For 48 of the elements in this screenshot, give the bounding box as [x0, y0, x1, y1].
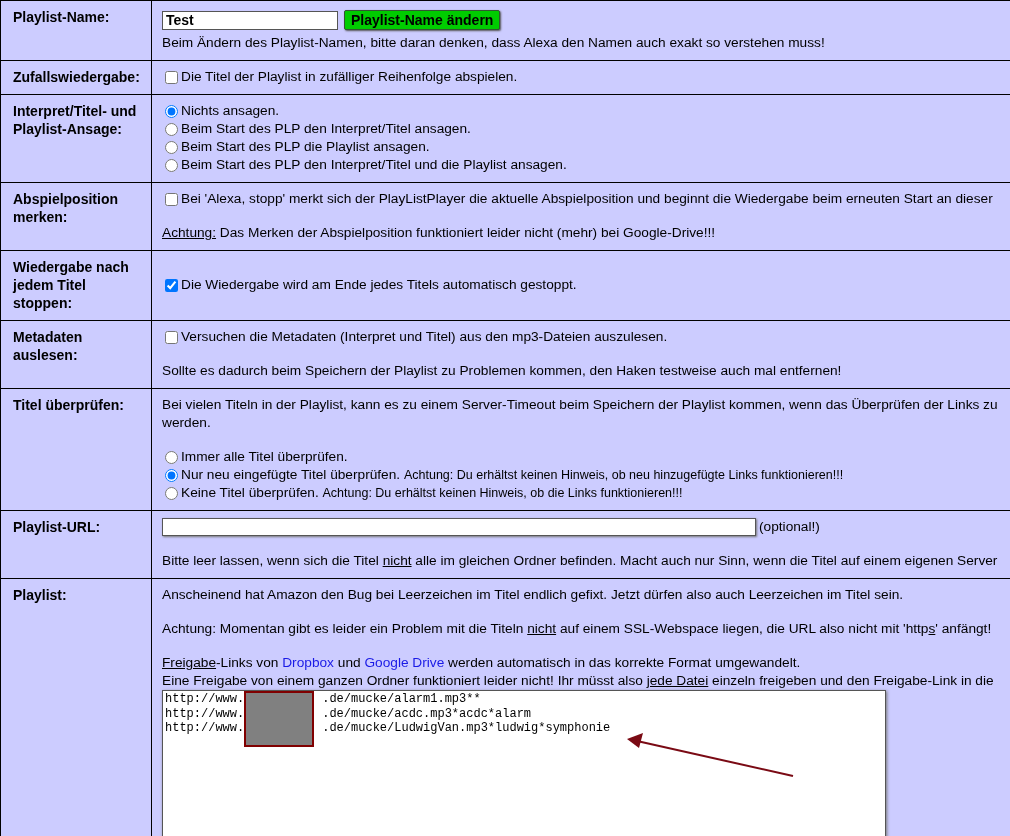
- radio-label: Nur neu eingefügte Titel überprüfen. Achtung: Du erhältst keinen Hinweis, ob neu hinzugefügte Links funktionieren!!!: [181, 466, 844, 484]
- url-line: http://www. .de/mucke/acdc.mp3*acdc*alarm: [165, 706, 532, 721]
- description-text: Freigabe-Links von Dropbox und Google Drive werden automatisch in das korrekte Format umgewandelt. Eine Freigabe von einem ganzen Ordner funktioniert leider nicht! Ihr müsst also jede Datei einzeln freigeben und den Freigabe-Link in die: [162, 654, 994, 690]
- description-text: Bitte leer lassen, wenn sich die Titel nicht alle im gleichen Ordner befinden. Macht auch nur Sinn, wenn die Titel auf einem eigenen Server: [162, 552, 998, 570]
- url-line: http://www. .de/mucke/LudwigVan.mp3*ludwig*symphonie: [165, 721, 611, 736]
- description-text: Sollte es dadurch beim Speichern der Playlist zu Problemen kommen, den Haken testweise auch mal entfernen!: [162, 362, 842, 380]
- field-label: Playlist-URL:: [13, 519, 101, 535]
- radio-button[interactable]: [165, 468, 178, 482]
- rename-button[interactable]: Playlist-Name ändern: [344, 10, 501, 30]
- field-label: Playlist-Name:: [13, 9, 110, 25]
- field-label: Metadaten auslesen:: [13, 329, 83, 363]
- radio-button[interactable]: [165, 122, 178, 136]
- hint-text: Beim Ändern des Playlist-Namen, bitte daran denken, dass Alexa den Namen auch exakt so verstehen muss!: [162, 34, 825, 52]
- description-text: Achtung: Das Merken der Abspielposition funktioniert leider nicht (mehr) bei Google-Drive!!!: [162, 224, 716, 242]
- optional-label: (optional!): [759, 518, 820, 536]
- radio-label: Beim Start des PLP den Interpret/Titel und die Playlist ansagen.: [181, 156, 567, 174]
- field-label: Titel überprüfen:: [13, 397, 124, 413]
- url-field[interactable]: [162, 518, 756, 536]
- field-label: Zufallswiedergabe:: [13, 69, 140, 85]
- checkbox[interactable]: [165, 70, 178, 84]
- radio-button[interactable]: [165, 450, 178, 464]
- checkbox[interactable]: [165, 278, 178, 292]
- url-line: http://www. .de/mucke/alarm1.mp3**: [165, 692, 481, 707]
- radio-button[interactable]: [165, 104, 178, 118]
- name-field[interactable]: Test: [162, 10, 338, 30]
- description-text: Bei vielen Titeln in der Playlist, kann es zu einem Server-Timeout beim Speichern der Playlist kommen, wenn das Überprüfen der Links zu werden.: [162, 396, 998, 432]
- checkbox[interactable]: [165, 330, 178, 344]
- description-text: Achtung: Momentan gibt es leider ein Problem mit die Titeln nicht auf einem SSL-Webspace liegen, die URL also nicht mit 'https' anfängt!: [162, 620, 992, 638]
- field-label: Playlist:: [13, 587, 67, 603]
- radio-label: Beim Start des PLP die Playlist ansagen.: [181, 138, 430, 156]
- radio-button[interactable]: [165, 158, 178, 172]
- radio-button[interactable]: [165, 486, 178, 500]
- radio-label: Immer alle Titel überprüfen.: [181, 448, 348, 466]
- radio-button[interactable]: [165, 140, 178, 154]
- description-text: Anscheinend hat Amazon den Bug bei Leerzeichen im Titel endlich gefixt. Jetzt dürfen also auch Leerzeichen im Titel sein.: [162, 586, 904, 604]
- radio-label: Beim Start des PLP den Interpret/Titel ansagen.: [181, 120, 471, 138]
- field-label: Interpret/Titel- und Playlist-Ansage:: [13, 103, 137, 137]
- checkbox[interactable]: [165, 192, 178, 206]
- checkbox-label: Die Wiedergabe wird am Ende jedes Titels automatisch gestoppt.: [181, 276, 577, 294]
- radio-label: Keine Titel überprüfen. Achtung: Du erhältst keinen Hinweis, ob die Links funktionieren!!!: [181, 484, 683, 502]
- redaction-box: [244, 691, 314, 747]
- checkbox-label: Die Titel der Playlist in zufälliger Reihenfolge abspielen.: [181, 68, 518, 86]
- playlist-textarea[interactable]: http://www. .de/mucke/alarm1.mp3** http://www. .de/mucke/acdc.mp3*acdc*alarm http://www. .de/mucke/LudwigVan.mp3*ludwig*symphonie: [162, 690, 886, 836]
- field-label: Abspielposition merken:: [13, 191, 118, 225]
- checkbox-label: Bei 'Alexa, stopp' merkt sich der PlayListPlayer die aktuelle Abspielposition und beginnt die Wiedergabe beim erneuten Start an dieser: [181, 190, 993, 208]
- checkbox-label: Versuchen die Metadaten (Interpret und Titel) aus den mp3-Dateien auszulesen.: [181, 328, 668, 346]
- radio-label: Nichts ansagen.: [181, 102, 280, 120]
- field-label: Wiedergabe nach jedem Titel stoppen:: [13, 259, 129, 311]
